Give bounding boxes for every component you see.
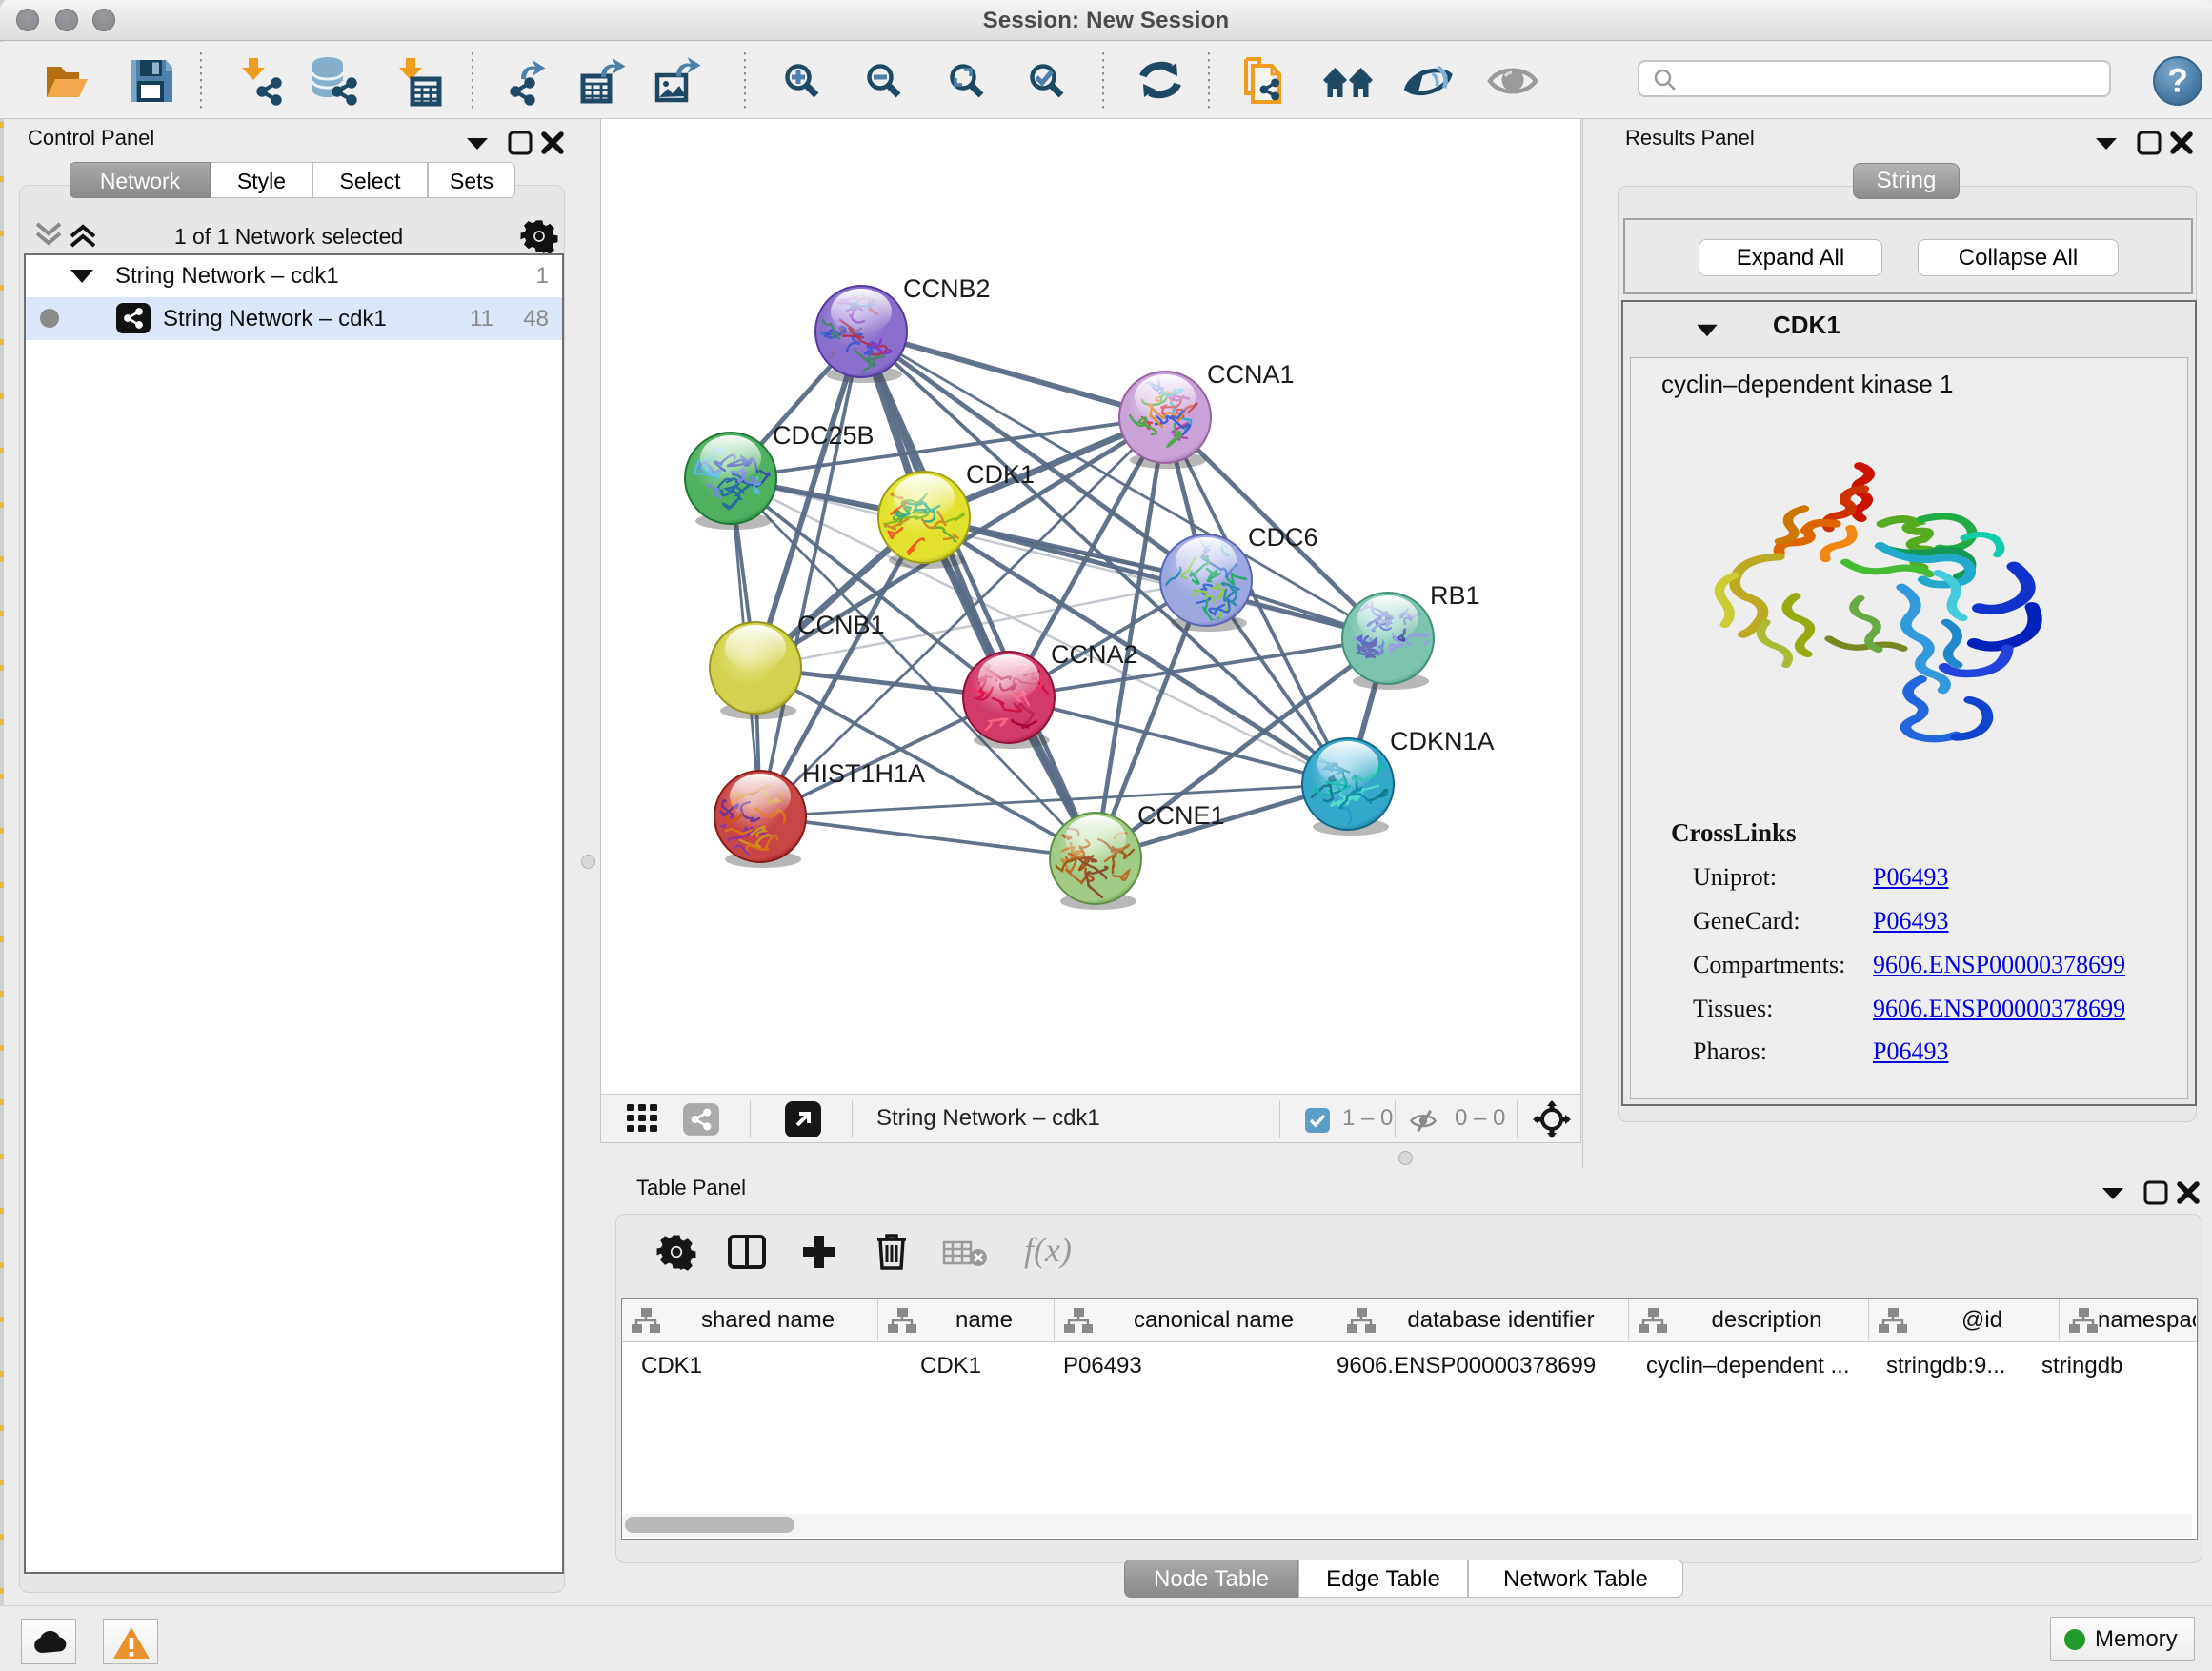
svg-text:CDC25B: CDC25B [773,421,875,450]
svg-text:CCNA1: CCNA1 [1207,360,1295,389]
svg-text:CCNB1: CCNB1 [797,611,885,639]
svg-text:RB1: RB1 [1430,581,1480,610]
svg-text:CCNA2: CCNA2 [1051,640,1138,669]
svg-text:CCNE1: CCNE1 [1137,801,1225,830]
svg-text:CDKN1A: CDKN1A [1390,727,1495,755]
svg-text:?: ? [2167,62,2188,99]
svg-text:CDK1: CDK1 [966,460,1035,489]
svg-text:CCNB2: CCNB2 [903,274,991,303]
svg-text:CDC6: CDC6 [1248,523,1318,552]
svg-text:HIST1H1A: HIST1H1A [802,759,925,788]
